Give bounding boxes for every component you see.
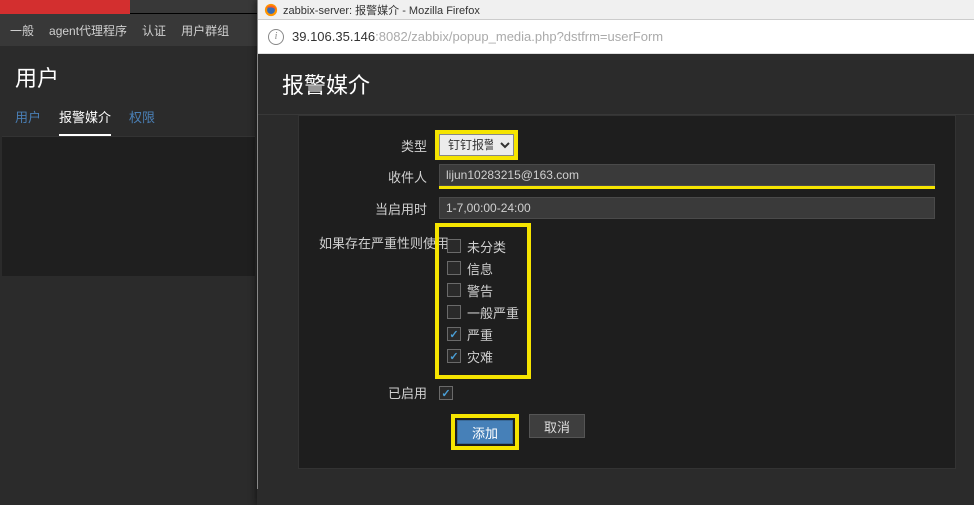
severity-item: 警告	[447, 281, 519, 299]
checkbox-average[interactable]	[447, 305, 461, 319]
add-button[interactable]: 添加	[457, 420, 513, 444]
checkbox-enabled[interactable]	[439, 386, 453, 400]
tab-media[interactable]: 报警媒介	[59, 107, 111, 136]
tab-user[interactable]: 用户	[15, 107, 41, 136]
window-titlebar: zabbix-server: 报警媒介 - Mozilla Firefox	[258, 0, 974, 20]
label-sendto: 收件人	[319, 167, 439, 186]
cancel-button[interactable]: 取消	[529, 414, 585, 438]
severity-item: 未分类	[447, 237, 519, 255]
checkbox-warning[interactable]	[447, 283, 461, 297]
nav-item-general[interactable]: 一般	[10, 22, 34, 39]
severity-item: 严重	[447, 325, 519, 343]
severity-item: 灾难	[447, 347, 519, 365]
severity-item: 一般严重	[447, 303, 519, 321]
url-text: 39.106.35.146:8082/zabbix/popup_media.ph…	[292, 29, 663, 44]
add-button-highlight: 添加	[451, 414, 519, 450]
label-when: 当启用时	[319, 199, 439, 218]
checkbox-high[interactable]	[447, 327, 461, 341]
label-severity: 如果存在严重性则使用	[319, 227, 439, 252]
row-severity: 如果存在严重性则使用 未分类 信息 警告 一般严重 严重 灾难	[319, 227, 935, 375]
button-row: 添加 取消	[319, 414, 935, 450]
sub-tabs: 用户 报警媒介 权限	[0, 93, 257, 136]
severity-item: 信息	[447, 259, 519, 277]
label-enabled: 已启用	[319, 383, 439, 402]
label-type: 类型	[319, 136, 439, 155]
nav-item-usergroups[interactable]: 用户群组	[181, 22, 229, 39]
row-enabled: 已启用	[319, 383, 935, 402]
popup-content: 报警媒介 类型 钉钉报警 收件人	[258, 54, 974, 505]
window-title: zabbix-server: 报警媒介 - Mozilla Firefox	[283, 2, 480, 18]
nav-item-agent[interactable]: agent代理程序	[49, 22, 127, 39]
popup-heading: 报警媒介	[258, 54, 974, 115]
nav-item-auth[interactable]: 认证	[142, 22, 166, 39]
top-bar	[0, 0, 257, 14]
checkbox-info[interactable]	[447, 261, 461, 275]
popup-window: zabbix-server: 报警媒介 - Mozilla Firefox i …	[257, 0, 974, 505]
select-type[interactable]: 钉钉报警	[439, 134, 514, 156]
firefox-icon	[264, 3, 278, 17]
url-bar[interactable]: i 39.106.35.146:8082/zabbix/popup_media.…	[258, 20, 974, 54]
page-title: 用户	[0, 46, 257, 93]
brand-stripe	[0, 0, 130, 14]
row-sendto: 收件人	[319, 164, 935, 189]
row-when: 当启用时	[319, 197, 935, 219]
panel-body	[2, 136, 255, 276]
severity-checklist: 未分类 信息 警告 一般严重 严重 灾难	[439, 227, 527, 375]
top-nav: 一般 agent代理程序 认证 用户群组	[0, 14, 257, 46]
parent-window: 一般 agent代理程序 认证 用户群组 用户 用户 报警媒介 权限	[0, 0, 257, 505]
checkbox-disaster[interactable]	[447, 349, 461, 363]
input-sendto[interactable]	[439, 164, 935, 186]
input-when[interactable]	[439, 197, 935, 219]
row-type: 类型 钉钉报警	[319, 134, 935, 156]
media-form: 类型 钉钉报警 收件人	[298, 115, 956, 469]
bottom-edge	[257, 489, 974, 505]
info-icon[interactable]: i	[268, 29, 284, 45]
checkbox-unclassified[interactable]	[447, 239, 461, 253]
tab-permissions[interactable]: 权限	[129, 107, 155, 136]
